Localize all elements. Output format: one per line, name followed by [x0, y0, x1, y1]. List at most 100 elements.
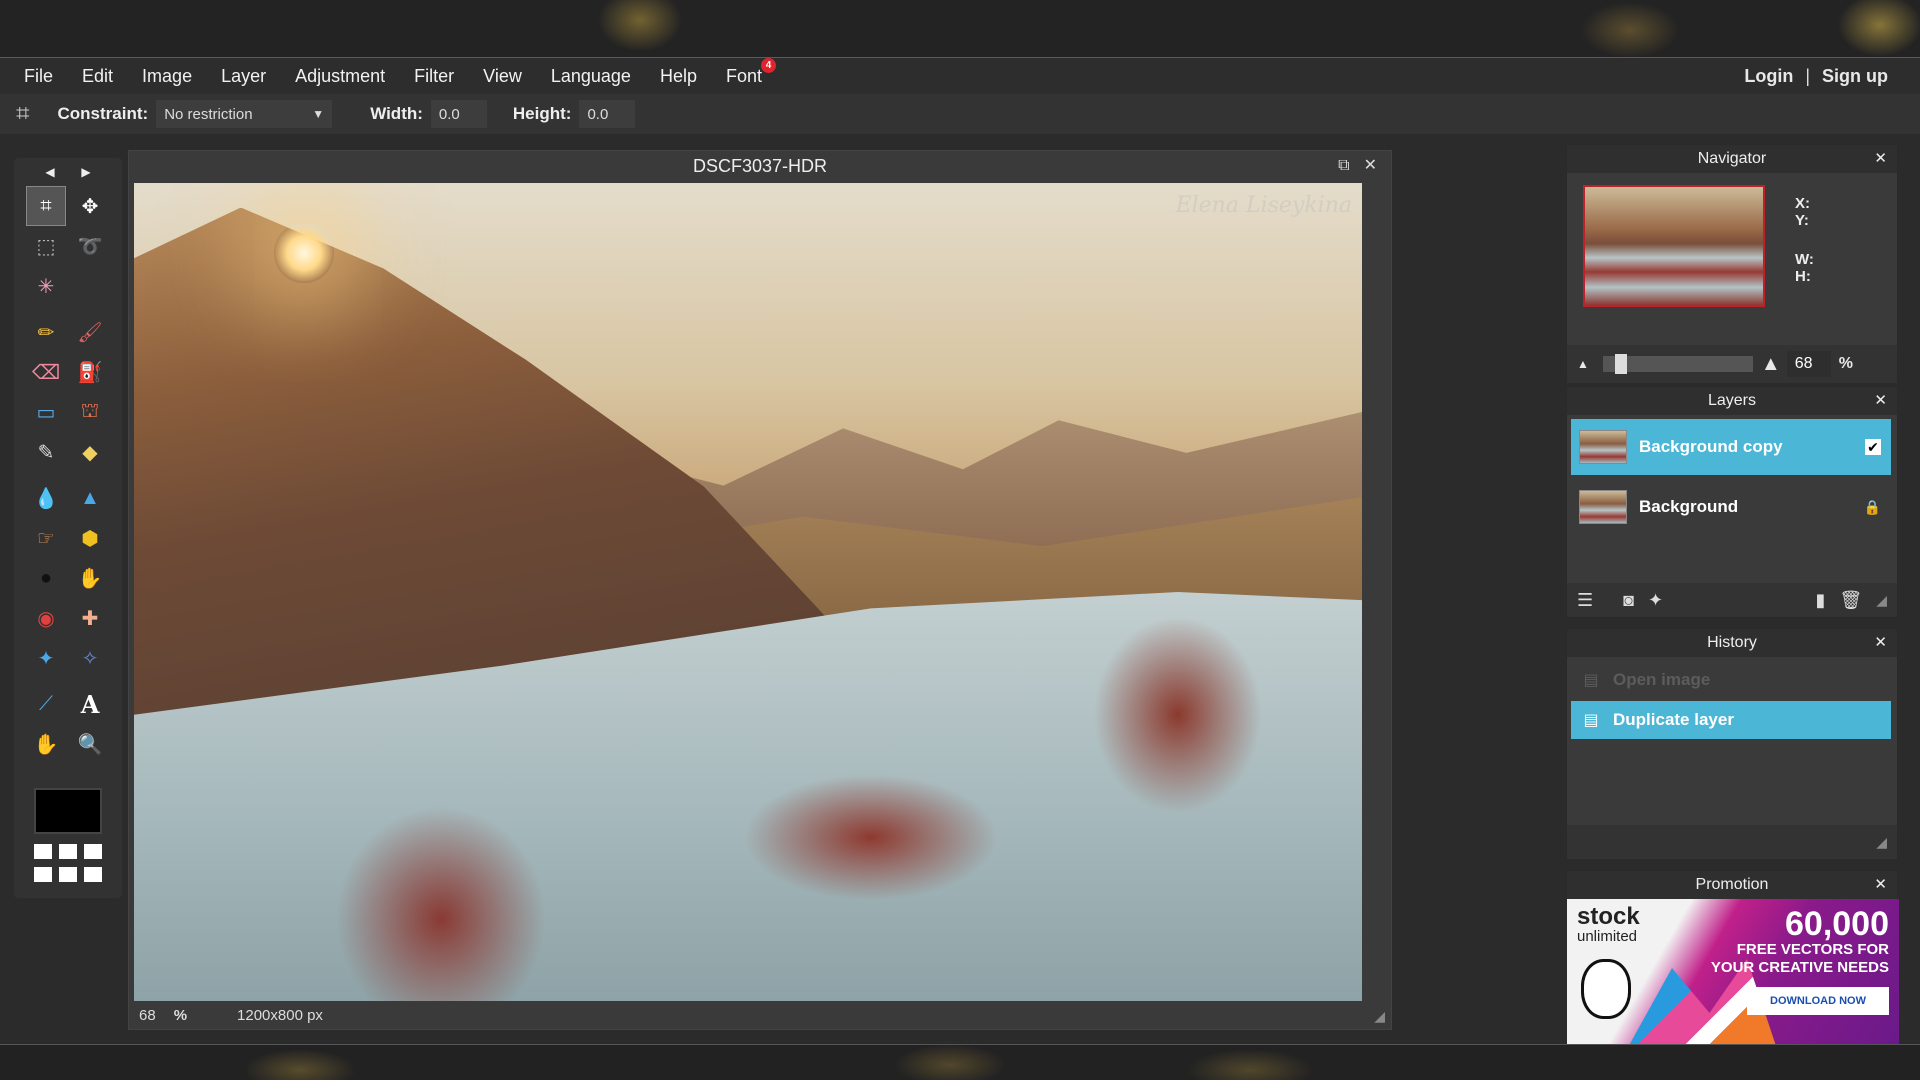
toolbox: ◀ ▶ ⌗ ✥ ⬚ ➰ ✳ ✏ 🖌 ⌫ ⛽ ▭ ⛫ ✎ ◆ 💧 ▲ ☞ ⬢ ● … — [14, 158, 122, 898]
resize-grip-icon[interactable]: ◢ — [1876, 834, 1887, 851]
history-footer: ◢ — [1567, 825, 1897, 859]
red-eye-tool-icon[interactable]: ◉ — [26, 598, 66, 638]
zoom-slider[interactable] — [1602, 354, 1753, 374]
lasso-tool-icon[interactable]: ➰ — [70, 226, 110, 266]
width-input[interactable]: 0.0 — [430, 100, 487, 128]
gradient-tool-icon[interactable]: ▭ — [26, 392, 66, 432]
marquee-tool-icon[interactable]: ⬚ — [26, 226, 66, 266]
bloat-tool-icon[interactable]: ✦ — [26, 638, 66, 678]
width-label: Width: — [370, 104, 423, 123]
promo-download-button[interactable]: DOWNLOAD NOW — [1747, 987, 1889, 1015]
zoom-slider-knob[interactable] — [1614, 354, 1627, 374]
history-header[interactable]: History ✕ — [1567, 629, 1897, 657]
menu-language[interactable]: Language — [551, 66, 631, 87]
blur-tool-icon[interactable]: 💧 — [26, 478, 66, 518]
layer-styles-icon[interactable]: ✦ — [1648, 590, 1663, 611]
menu-help[interactable]: Help — [660, 66, 697, 87]
layers-header[interactable]: Layers ✕ — [1567, 387, 1897, 415]
constraint-label: Constraint: — [57, 104, 149, 123]
zoom-in-icon[interactable]: ▲ — [1761, 353, 1781, 376]
zoom-out-icon[interactable]: ▲ — [1577, 357, 1589, 371]
crop-tool-icon[interactable]: ⌗ — [26, 186, 66, 226]
promotion-banner[interactable]: stock unlimited 60,000 FREE VECTORS FOR … — [1567, 899, 1899, 1045]
layer-row-background-copy[interactable]: Background copy ✔ — [1571, 419, 1891, 475]
new-layer-icon[interactable]: ▮ — [1815, 590, 1825, 611]
menu-bar: File Edit Image Layer Adjustment Filter … — [0, 57, 1920, 94]
trash-icon[interactable]: 🗑 — [1839, 590, 1862, 611]
close-icon[interactable]: ✕ — [1874, 871, 1887, 899]
constraint-value: No restriction — [164, 105, 253, 123]
menu-view[interactable]: View — [483, 66, 522, 87]
layers-title: Layers — [1707, 392, 1757, 409]
layer-mask-icon[interactable]: ◙ — [1623, 590, 1634, 611]
image-title: DSCF3037-HDR — [692, 156, 828, 176]
layer-visibility-checkbox[interactable]: ✔ — [1865, 439, 1881, 455]
pinch-tool-icon[interactable]: ✧ — [70, 638, 110, 678]
promotion-title: Promotion — [1695, 876, 1769, 893]
menu-layer[interactable]: Layer — [221, 66, 266, 87]
resize-grip-icon[interactable]: ◢ — [1374, 1008, 1385, 1025]
layer-settings-icon[interactable]: ☰ — [1577, 590, 1593, 611]
hand-tool-icon[interactable]: ✋ — [26, 724, 66, 764]
close-icon[interactable]: ✕ — [1874, 387, 1887, 415]
constraint-select[interactable]: No restriction ▼ — [156, 100, 333, 128]
image-window-titlebar[interactable]: DSCF3037-HDR ⧉ ✕ — [129, 151, 1391, 181]
zoom-input[interactable]: 68 — [1786, 351, 1831, 377]
navigator-thumbnail[interactable] — [1583, 185, 1765, 307]
dodge-tool-icon[interactable]: ● — [26, 558, 66, 598]
signup-link[interactable]: Sign up — [1822, 66, 1888, 87]
promotion-header[interactable]: Promotion ✕ — [1567, 871, 1897, 899]
fill-bucket-tool-icon[interactable]: ⛽ — [70, 352, 110, 392]
status-zoom-value[interactable]: 68 — [139, 1007, 156, 1024]
height-label: Height: — [512, 104, 572, 123]
promo-subline: FREE VECTORS FOR YOUR CREATIVE NEEDS — [1711, 941, 1889, 977]
image-canvas[interactable]: Elena Liseykina — [134, 183, 1362, 1001]
close-icon[interactable]: ✕ — [1874, 145, 1887, 173]
menu-edit[interactable]: Edit — [82, 66, 113, 87]
magic-wand-tool-icon[interactable]: ✳ — [26, 266, 66, 306]
restore-window-icon[interactable]: ⧉ — [1338, 151, 1349, 181]
login-link[interactable]: Login — [1744, 66, 1793, 87]
foreground-color-swatch[interactable] — [34, 788, 102, 834]
smudge-tool-icon[interactable]: ☞ — [26, 518, 66, 558]
navigator-panel: Navigator ✕ X: Y: W: H: ▲ ▲ 68 % — [1566, 144, 1898, 383]
zoom-tool-icon[interactable]: 🔍 — [70, 724, 110, 764]
menu-filter[interactable]: Filter — [414, 66, 454, 87]
close-icon[interactable]: ✕ — [1874, 629, 1887, 657]
resize-grip-icon[interactable]: ◢ — [1876, 592, 1887, 609]
history-item-open-image[interactable]: ▤ Open image — [1571, 661, 1891, 699]
sharpen-tool-icon[interactable]: ▲ — [70, 478, 110, 518]
type-tool-icon[interactable]: A — [70, 684, 110, 724]
font-notification-badge: 4 — [761, 57, 777, 73]
drawing-tool-icon[interactable]: ◆ — [70, 432, 110, 472]
pencil-tool-icon[interactable]: ✏ — [26, 312, 66, 352]
history-title: History — [1707, 634, 1757, 651]
tool-options-bar: ⌗ Constraint: No restriction ▼ Width: 0.… — [0, 94, 1920, 134]
height-input[interactable]: 0.0 — [579, 100, 636, 128]
color-picker-tool-icon[interactable]: ⟋ — [26, 684, 66, 724]
navigator-header[interactable]: Navigator ✕ — [1567, 145, 1897, 173]
clone-stamp-tool-icon[interactable]: ⛫ — [70, 392, 110, 432]
grid-cell — [34, 866, 52, 882]
menu-font[interactable]: Font 4 — [726, 57, 777, 87]
close-icon[interactable]: ✕ — [1364, 151, 1377, 181]
sponge-tool-icon[interactable]: ⬢ — [70, 518, 110, 558]
color-replace-tool-icon[interactable]: ✎ — [26, 432, 66, 472]
menu-image[interactable]: Image — [142, 66, 192, 87]
grid-icon[interactable] — [34, 844, 102, 884]
spot-heal-tool-icon[interactable]: ✚ — [70, 598, 110, 638]
layer-thumbnail — [1579, 430, 1627, 464]
layer-name: Background copy — [1639, 437, 1783, 456]
layer-row-background[interactable]: Background 🔒 — [1571, 479, 1891, 535]
status-zoom-unit: % — [173, 1006, 188, 1024]
burn-tool-icon[interactable]: ✋ — [70, 558, 110, 598]
move-tool-icon[interactable]: ✥ — [70, 186, 110, 226]
menu-file[interactable]: File — [24, 66, 53, 87]
expand-right-icon[interactable]: ▶ — [81, 165, 90, 179]
collapse-left-icon[interactable]: ◀ — [45, 165, 54, 179]
promo-logo-sub: unlimited — [1577, 928, 1638, 945]
brush-tool-icon[interactable]: 🖌 — [70, 312, 110, 352]
eraser-tool-icon[interactable]: ⌫ — [26, 352, 66, 392]
history-item-duplicate-layer[interactable]: ▤ Duplicate layer — [1571, 701, 1891, 739]
menu-adjustment[interactable]: Adjustment — [295, 66, 385, 87]
